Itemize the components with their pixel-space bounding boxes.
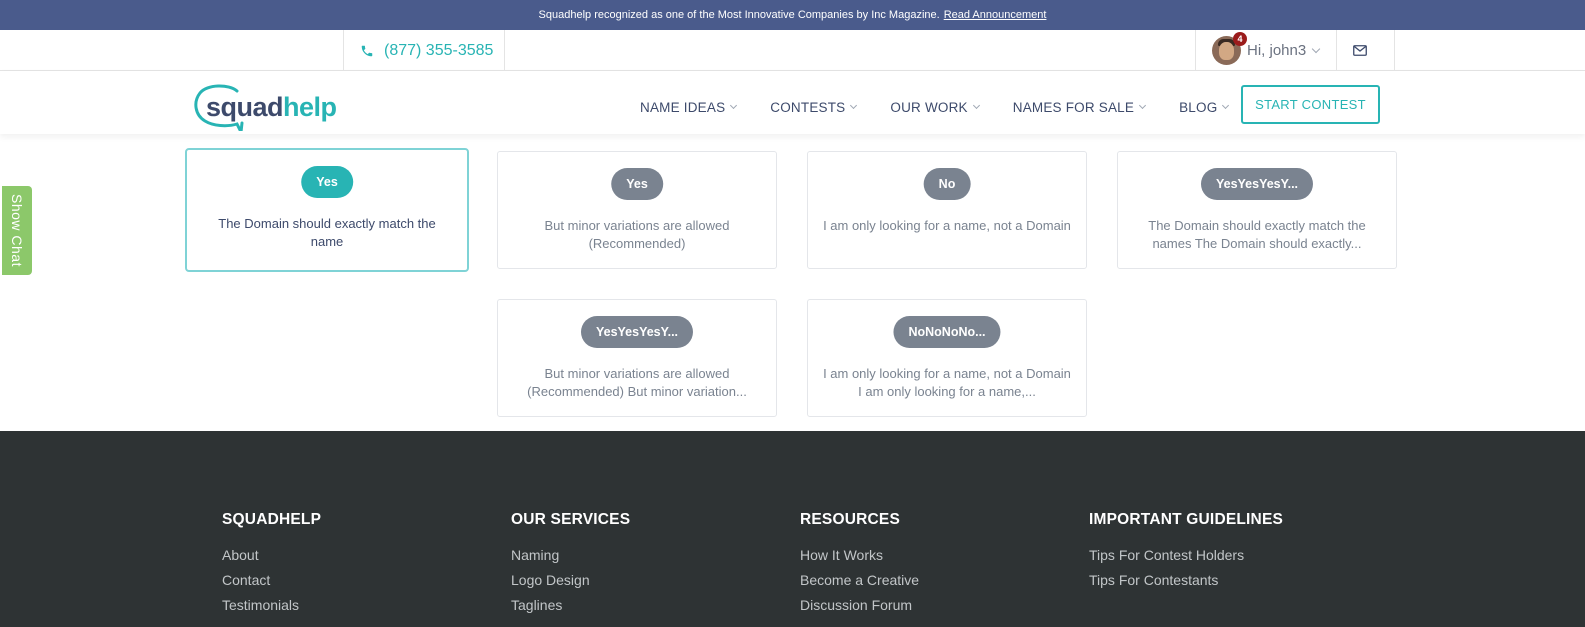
read-announcement-link[interactable]: Read Announcement (944, 9, 1047, 21)
footer-link-tips-for-contestants[interactable]: Tips For Contestants (1089, 568, 1283, 593)
footer-link-about[interactable]: About (222, 543, 321, 568)
footer-link-contact[interactable]: Contact (222, 568, 321, 593)
domain-option-card[interactable]: No I am only looking for a name, not a D… (807, 151, 1087, 269)
chevron-down-icon (850, 101, 858, 110)
footer-link-how-it-works[interactable]: How It Works (800, 543, 919, 568)
domain-option-card[interactable]: YesYesYesY... But minor variations are a… (497, 299, 777, 417)
footer-link-tips-for-contest-holders[interactable]: Tips For Contest Holders (1089, 543, 1283, 568)
domain-option-card[interactable]: Yes The Domain should exactly match the … (185, 148, 469, 272)
notification-badge: 4 (1233, 32, 1247, 46)
option-tag: YesYesYesY... (580, 316, 694, 348)
option-tag: YesYesYesY... (1200, 168, 1314, 200)
domain-option-card[interactable]: YesYesYesY... The Domain should exactly … (1117, 151, 1397, 269)
domain-option-card[interactable]: NoNoNoNo... I am only looking for a name… (807, 299, 1087, 417)
main-navbar: squadhelp NAME IDEAS CONTESTS OUR WORK N… (0, 71, 1585, 134)
option-tag: Yes (301, 166, 353, 198)
phone-icon (361, 45, 373, 56)
top-utility-bar: (877) 355-3585 4 Hi, john3 (0, 30, 1585, 71)
messages-button[interactable] (1337, 30, 1395, 71)
chevron-down-icon (1222, 101, 1230, 110)
nav-menu: NAME IDEAS CONTESTS OUR WORK NAMES FOR S… (640, 100, 1262, 115)
nav-item-names-for-sale[interactable]: NAMES FOR SALE (1013, 100, 1147, 115)
announcement-banner: Squadhelp recognized as one of the Most … (0, 0, 1585, 30)
start-contest-button[interactable]: START CONTEST (1241, 85, 1380, 124)
footer-column-important-guidelines: IMPORTANT GUIDELINES Tips For Contest Ho… (1089, 511, 1283, 593)
footer-column-our-services: OUR SERVICES Naming Logo Design Taglines (511, 511, 630, 618)
footer-column-resources: RESOURCES How It Works Become a Creative… (800, 511, 919, 618)
nav-item-blog[interactable]: BLOG (1179, 100, 1230, 115)
option-tag: No (923, 168, 971, 200)
option-description: But minor variations are allowed (Recomm… (527, 366, 747, 399)
option-description: I am only looking for a name, not a Doma… (823, 366, 1071, 399)
footer-link-testimonials[interactable]: Testimonials (222, 593, 321, 618)
footer-link-logo-design[interactable]: Logo Design (511, 568, 630, 593)
avatar: 4 (1212, 32, 1247, 65)
chevron-down-icon (730, 101, 738, 110)
squadhelp-logo[interactable]: squadhelp (193, 81, 337, 131)
footer-column-squadhelp: SQUADHELP About Contact Testimonials (222, 511, 321, 618)
nav-item-contests[interactable]: CONTESTS (770, 100, 858, 115)
phone-link[interactable]: (877) 355-3585 (343, 30, 505, 71)
show-chat-tab[interactable]: Show Chat (2, 186, 32, 275)
option-description: I am only looking for a name, not a Doma… (823, 218, 1071, 233)
nav-item-our-work[interactable]: OUR WORK (890, 100, 980, 115)
announcement-text: Squadhelp recognized as one of the Most … (538, 9, 940, 21)
site-footer: SQUADHELP About Contact Testimonials OUR… (0, 431, 1585, 627)
option-tag: Yes (611, 168, 663, 200)
chevron-down-icon (1139, 101, 1147, 110)
domain-option-card[interactable]: Yes But minor variations are allowed (Re… (497, 151, 777, 269)
footer-heading: IMPORTANT GUIDELINES (1089, 511, 1284, 528)
nav-item-name-ideas[interactable]: NAME IDEAS (640, 100, 738, 115)
show-chat-label: Show Chat (9, 194, 25, 267)
option-description: But minor variations are allowed (Recomm… (544, 218, 730, 251)
chevron-down-icon (972, 101, 980, 110)
footer-heading: SQUADHELP (222, 511, 322, 528)
footer-link-discussion-forum[interactable]: Discussion Forum (800, 593, 919, 618)
footer-link-become-a-creative[interactable]: Become a Creative (800, 568, 919, 593)
user-greeting: Hi, john3 (1247, 42, 1307, 59)
logo-text-help: help (283, 92, 337, 122)
chevron-down-icon (1311, 44, 1321, 53)
option-description: The Domain should exactly match the name… (1148, 218, 1366, 251)
option-tag: NoNoNoNo... (893, 316, 1001, 348)
footer-link-naming[interactable]: Naming (511, 543, 630, 568)
phone-number: (877) 355-3585 (384, 41, 494, 59)
logo-text-squad: squad (206, 92, 284, 122)
user-menu[interactable]: 4 Hi, john3 (1195, 30, 1337, 71)
footer-heading: RESOURCES (800, 511, 900, 528)
footer-link-taglines[interactable]: Taglines (511, 593, 630, 618)
mail-icon (1353, 45, 1367, 56)
footer-heading: OUR SERVICES (511, 511, 631, 528)
option-description: The Domain should exactly match the name (218, 216, 436, 249)
